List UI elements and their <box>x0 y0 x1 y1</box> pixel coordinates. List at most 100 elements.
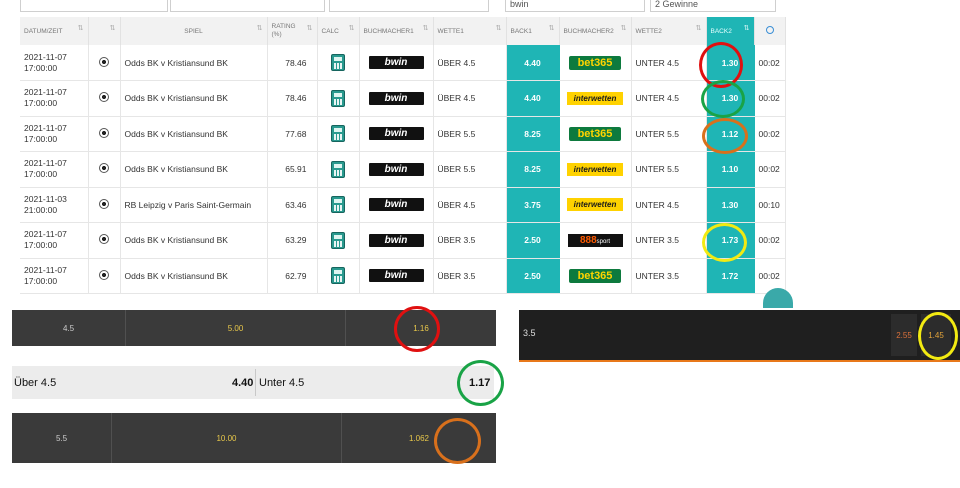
column-header-bet2[interactable]: WETTE2 ⇅ <box>631 17 707 45</box>
under-odds-box[interactable]: 1.45 <box>921 314 951 356</box>
row-bookmaker1[interactable]: bwin <box>359 80 434 117</box>
bookmaker-logo-bwin[interactable]: bwin <box>368 91 424 105</box>
row-back2[interactable]: 1.12 <box>706 116 755 152</box>
bookmaker-logo-bwin[interactable]: bwin <box>368 198 424 212</box>
over-odds-cell[interactable]: 10.00 <box>112 413 342 463</box>
row-bookmaker2[interactable]: bet365 <box>559 258 632 294</box>
row-bookmaker1[interactable]: bwin <box>359 258 434 294</box>
row-game[interactable]: RB Leipzig v Paris Saint-Germain <box>120 187 268 223</box>
row-bookmaker1[interactable]: bwin <box>359 222 434 259</box>
row-bookmaker2[interactable]: interwetten <box>559 80 632 117</box>
row-calc[interactable] <box>317 45 360 81</box>
column-header-back2[interactable]: BACK2 ⇅ <box>706 17 755 45</box>
row-bookmaker2[interactable]: interwetten <box>559 151 632 188</box>
table-row[interactable]: 2021-11-07 17:00:00 Odds BK v Kristiansun… <box>20 151 786 188</box>
over-odds-box[interactable]: 2.55 <box>891 314 917 356</box>
row-back1[interactable]: 2.50 <box>506 222 560 259</box>
over-odds-cell[interactable]: 5.00 <box>126 310 346 346</box>
column-header-bet1[interactable]: WETTE1 ⇅ <box>433 17 507 45</box>
row-bookmaker1[interactable]: bwin <box>359 187 434 223</box>
row-bookmaker2[interactable]: bet365 <box>559 116 632 152</box>
filter-select-1[interactable] <box>20 0 168 12</box>
row-back2[interactable]: 1.30 <box>706 80 755 117</box>
calculator-icon[interactable] <box>331 125 345 143</box>
table-row[interactable]: 2021-11-03 21:00:00 RB Leipzig v Paris Sa… <box>20 187 786 223</box>
table-row[interactable]: 2021-11-07 17:00:00 Odds BK v Kristiansun… <box>20 45 786 81</box>
under-odds[interactable]: 1.17 <box>469 366 490 399</box>
over-odds[interactable]: 4.40 <box>232 366 253 399</box>
logo-888-sub: sport <box>596 238 611 245</box>
row-back2[interactable]: 1.30 <box>706 187 755 223</box>
row-bookmaker2[interactable]: 888sport <box>559 222 632 259</box>
filter-select-2[interactable] <box>170 0 325 12</box>
scroll-to-top-button[interactable] <box>763 288 793 308</box>
calculator-icon[interactable] <box>331 160 345 178</box>
outcome-select[interactable]: 2 Gewinne <box>650 0 776 12</box>
row-back2[interactable]: 1.73 <box>706 222 755 259</box>
bookmaker-logo-interwetten[interactable]: interwetten <box>567 198 623 212</box>
row-calc[interactable] <box>317 222 360 259</box>
table-row[interactable]: 2021-11-07 17:00:00 Odds BK v Kristiansun… <box>20 80 786 117</box>
row-bookmaker2[interactable]: interwetten <box>559 187 632 223</box>
column-header-sport[interactable]: ⇅ <box>88 17 121 45</box>
row-calc[interactable] <box>317 151 360 188</box>
bookmaker-logo-bet365[interactable]: bet365 <box>569 126 621 141</box>
row-back1[interactable]: 8.25 <box>506 151 560 188</box>
column-header-calc[interactable]: CALC ⇅ <box>317 17 360 45</box>
row-back1[interactable]: 2.50 <box>506 258 560 294</box>
row-back2[interactable]: 1.30 <box>706 45 755 81</box>
bookmaker-logo-bet365[interactable]: bet365 <box>569 55 621 70</box>
row-bookmaker2[interactable]: bet365 <box>559 45 632 81</box>
bookmaker-logo-bwin[interactable]: bwin <box>368 233 424 247</box>
row-game[interactable]: Odds BK v Kristiansund BK <box>120 258 268 294</box>
calculator-icon[interactable] <box>331 89 345 107</box>
row-game[interactable]: Odds BK v Kristiansund BK <box>120 80 268 117</box>
row-bookmaker1[interactable]: bwin <box>359 116 434 152</box>
row-game[interactable]: Odds BK v Kristiansund BK <box>120 222 268 259</box>
row-back1[interactable]: 3.75 <box>506 187 560 223</box>
row-bookmaker1[interactable]: bwin <box>359 45 434 81</box>
row-bet2: UNTER 4.5 <box>631 45 707 81</box>
row-back1[interactable]: 8.25 <box>506 116 560 152</box>
row-calc[interactable] <box>317 258 360 294</box>
column-header-elapsed[interactable] <box>754 17 786 45</box>
column-header-datetime[interactable]: DATUM/ZEIT ⇅ <box>20 17 89 45</box>
column-header-game[interactable]: SPIEL ⇅ <box>120 17 268 45</box>
bookmaker-logo-bet365[interactable]: bet365 <box>569 268 621 283</box>
table-row[interactable]: 2021-11-07 17:00:00 Odds BK v Kristiansun… <box>20 222 786 259</box>
table-row[interactable]: 2021-11-07 17:00:00 Odds BK v Kristiansun… <box>20 258 786 294</box>
column-header-rating[interactable]: RATING (%) ⇅ <box>267 17 318 45</box>
bookmaker-logo-bwin[interactable]: bwin <box>368 269 424 283</box>
row-game[interactable]: Odds BK v Kristiansund BK <box>120 116 268 152</box>
row-calc[interactable] <box>317 187 360 223</box>
calculator-icon[interactable] <box>331 267 345 285</box>
column-header-back1[interactable]: BACK1 ⇅ <box>506 17 560 45</box>
bookmaker-logo-interwetten[interactable]: interwetten <box>567 162 623 176</box>
bookmaker-logo-888[interactable]: 888sport <box>567 233 623 247</box>
bookmaker-logo-bwin[interactable]: bwin <box>368 127 424 141</box>
bookmaker-logo-bwin[interactable]: bwin <box>368 56 424 69</box>
column-header-bookmaker1[interactable]: BUCHMACHER1 ⇅ <box>359 17 434 45</box>
sort-icon: ⇅ <box>348 25 355 32</box>
under-odds-cell[interactable]: 1.062 <box>342 413 496 463</box>
table-row[interactable]: 2021-11-07 17:00:00 Odds BK v Kristiansun… <box>20 116 786 152</box>
row-bookmaker1[interactable]: bwin <box>359 151 434 188</box>
row-back2[interactable]: 1.10 <box>706 151 755 188</box>
row-calc[interactable] <box>317 80 360 117</box>
calculator-icon[interactable] <box>331 54 345 71</box>
bookmaker-logo-interwetten[interactable]: interwetten <box>567 91 623 105</box>
column-header-bookmaker2[interactable]: BUCHMACHER2 ⇅ <box>559 17 632 45</box>
row-back2[interactable]: 1.72 <box>706 258 755 294</box>
row-back1[interactable]: 4.40 <box>506 45 560 81</box>
bookmaker-logo-bwin[interactable]: bwin <box>368 162 424 176</box>
under-odds-cell[interactable]: 1.16 <box>346 310 496 346</box>
row-back1[interactable]: 4.40 <box>506 80 560 117</box>
row-rating: 78.46 <box>267 80 318 117</box>
row-calc[interactable] <box>317 116 360 152</box>
filter-select-3[interactable] <box>329 0 489 12</box>
calculator-icon[interactable] <box>331 231 345 249</box>
calculator-icon[interactable] <box>331 196 345 214</box>
row-game[interactable]: Odds BK v Kristiansund BK <box>120 45 268 81</box>
bookmaker-select[interactable]: bwin <box>505 0 645 12</box>
row-game[interactable]: Odds BK v Kristiansund BK <box>120 151 268 188</box>
